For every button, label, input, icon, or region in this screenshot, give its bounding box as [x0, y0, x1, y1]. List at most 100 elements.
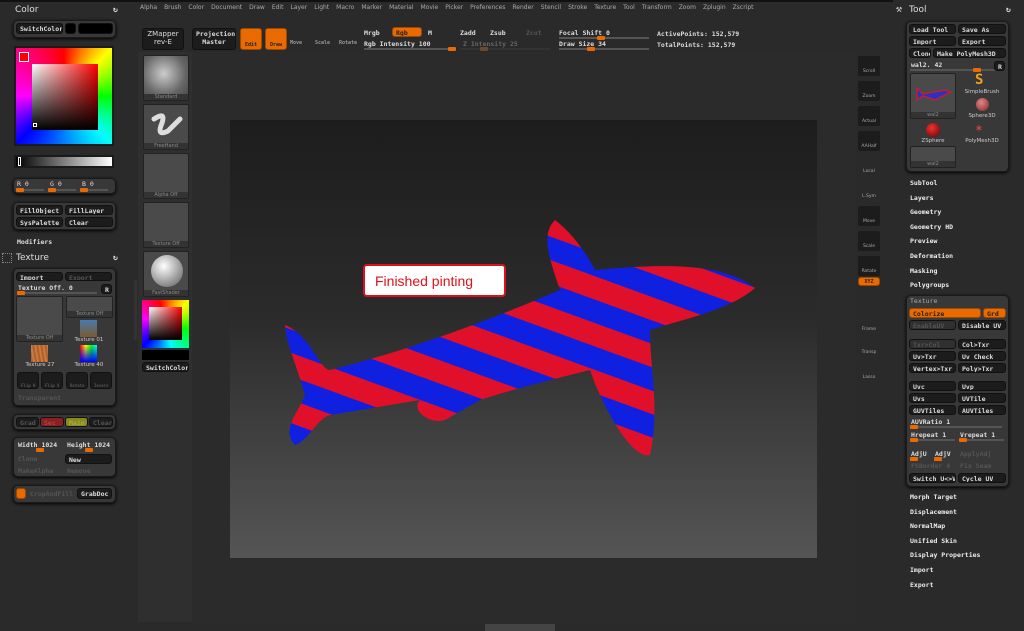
- shelf-scroll[interactable]: Scroll: [858, 56, 880, 76]
- zmapper-button[interactable]: ZMapper rev-E: [142, 28, 184, 50]
- texture-grip-icon[interactable]: [2, 253, 12, 263]
- scale-button[interactable]: Scale: [315, 40, 330, 46]
- edit-button[interactable]: Edit: [240, 28, 262, 50]
- material-fastshader[interactable]: FastShader: [143, 251, 189, 297]
- menu-layer[interactable]: Layer: [290, 4, 307, 11]
- crop-and-fill-button[interactable]: CropAndFill: [30, 490, 73, 498]
- poly-txr-button[interactable]: Poly>Txr: [958, 363, 1006, 373]
- grd-button[interactable]: Grd: [983, 308, 1006, 318]
- menu-texture[interactable]: Texture: [594, 4, 616, 11]
- section-polygroups[interactable]: Polygroups: [910, 281, 949, 289]
- zadd-button[interactable]: Zadd: [460, 29, 476, 37]
- zsphere-icon[interactable]: [926, 123, 940, 137]
- alpha-off[interactable]: Alpha Off: [143, 153, 189, 199]
- clone-tool-button[interactable]: Clone: [909, 48, 931, 58]
- mini-switch-color-button[interactable]: SwitchColor: [142, 362, 189, 372]
- section-geometry[interactable]: Geometry: [910, 208, 941, 216]
- z-intensity-slider[interactable]: [460, 47, 550, 51]
- b-slider[interactable]: [80, 188, 108, 192]
- shelf-aahalf[interactable]: AAHalf: [858, 131, 880, 151]
- color-panel-reset-icon[interactable]: ↻: [113, 5, 118, 14]
- texture-off-slider[interactable]: [17, 291, 97, 295]
- texture-clear-button[interactable]: Clear: [89, 417, 113, 427]
- simplebrush-icon[interactable]: S: [975, 72, 983, 88]
- col-txr-button[interactable]: Col>Txr: [958, 339, 1006, 349]
- vrepeat-slider[interactable]: [959, 438, 1004, 442]
- section-display-properties[interactable]: Display Properties: [910, 551, 980, 559]
- menu-brush[interactable]: Brush: [164, 4, 181, 11]
- tool-panel-reset-icon[interactable]: ↻: [1006, 5, 1011, 14]
- stroke-freehand[interactable]: FreeHand: [143, 104, 189, 150]
- g-slider[interactable]: [48, 188, 76, 192]
- tool-slider[interactable]: [910, 68, 1002, 72]
- texture-01-image[interactable]: [80, 320, 97, 337]
- hue-marker[interactable]: [19, 52, 29, 62]
- rotate-texture-button[interactable]: Rotate: [66, 372, 88, 389]
- shelf-transp[interactable]: Transp: [858, 337, 880, 357]
- move-button[interactable]: Move: [290, 40, 302, 46]
- sphere3d-icon[interactable]: [976, 98, 989, 111]
- modifiers-label[interactable]: Modifiers: [17, 238, 52, 246]
- menu-stencil[interactable]: Stencil: [541, 4, 561, 11]
- fix-seam-button[interactable]: Fix Seam: [960, 462, 991, 470]
- zcut-button[interactable]: Zcut: [526, 29, 542, 37]
- flip-v-button[interactable]: Flip V: [41, 372, 63, 389]
- document-canvas[interactable]: [230, 120, 817, 558]
- projection-master-button[interactable]: Projection Master: [192, 28, 236, 50]
- tool-thumb-wal2[interactable]: wal2: [910, 73, 956, 119]
- menu-stroke[interactable]: Stroke: [568, 4, 587, 11]
- apply-adj-button[interactable]: ApplyAdj: [960, 450, 991, 458]
- shelf-actual[interactable]: Actual: [858, 106, 880, 126]
- texture-40-image[interactable]: [80, 345, 97, 362]
- flip-h-button[interactable]: Flip H: [17, 372, 39, 389]
- menu-render[interactable]: Render: [512, 4, 533, 11]
- cycle-uv-button[interactable]: Cycle UV: [958, 473, 1006, 483]
- zsub-button[interactable]: Zsub: [490, 29, 506, 37]
- left-scrollbar[interactable]: [134, 280, 137, 340]
- fill-layer-button[interactable]: FillLayer: [65, 205, 113, 215]
- menu-tool[interactable]: Tool: [623, 4, 635, 11]
- main-button[interactable]: Main: [65, 417, 88, 427]
- vertex-txr-button[interactable]: Vertex>Txr: [909, 363, 956, 373]
- new-texture-button[interactable]: New: [65, 454, 112, 464]
- menu-draw[interactable]: Draw: [249, 4, 265, 11]
- uv-txr-button[interactable]: Uv>Txr: [909, 351, 956, 361]
- menu-document[interactable]: Document: [211, 4, 242, 11]
- make-alpha-button[interactable]: MakeAlpha: [18, 467, 53, 475]
- tool-texture-title[interactable]: Texture: [910, 297, 937, 305]
- section-import[interactable]: Import: [910, 566, 933, 574]
- m-button[interactable]: M: [428, 29, 432, 37]
- texture-export-button[interactable]: Export: [65, 272, 112, 281]
- grab-doc-button[interactable]: GrabDoc: [77, 488, 112, 499]
- menu-material[interactable]: Material: [389, 4, 413, 11]
- draw-size-slider[interactable]: [559, 47, 649, 51]
- main-color-swatch[interactable]: [78, 23, 113, 34]
- clone-texture-button[interactable]: Clone: [18, 455, 38, 463]
- uv-check-button[interactable]: Uv Check: [958, 351, 1006, 361]
- r-slider[interactable]: [16, 188, 44, 192]
- texture-thumb-current[interactable]: Texture Off: [16, 296, 63, 342]
- auvtiles-button[interactable]: AUVTiles: [958, 405, 1006, 415]
- menu-zplugin[interactable]: Zplugin: [703, 4, 726, 11]
- tool-import-button[interactable]: Import: [909, 36, 956, 46]
- bottom-scrollbar[interactable]: [485, 624, 555, 631]
- texture-off-thumb[interactable]: Texture Off: [143, 202, 189, 248]
- menu-color[interactable]: Color: [188, 4, 204, 11]
- section-subtool[interactable]: SubTool: [910, 179, 937, 187]
- rgb-button[interactable]: Rgb: [392, 27, 422, 37]
- shelf-scale[interactable]: Scale: [858, 231, 880, 251]
- texture-import-button[interactable]: Import: [16, 272, 63, 281]
- height-slider[interactable]: [66, 448, 111, 452]
- shelf-move[interactable]: Move: [858, 206, 880, 226]
- shelf-frame[interactable]: Frame: [858, 314, 880, 334]
- shelf-lsym[interactable]: L.Sym: [858, 181, 880, 201]
- adjv-slider[interactable]: [934, 457, 954, 461]
- menu-edit[interactable]: Edit: [272, 4, 284, 11]
- load-tool-button[interactable]: Load Tool: [909, 24, 956, 34]
- sec-button[interactable]: Sec: [40, 417, 64, 427]
- menu-zoom[interactable]: Zoom: [679, 4, 696, 11]
- texture-r-button[interactable]: R: [101, 284, 112, 294]
- shelf-local[interactable]: Local: [858, 156, 880, 176]
- menu-preferences[interactable]: Preferences: [470, 4, 505, 11]
- tool-r-button[interactable]: R: [994, 61, 1005, 71]
